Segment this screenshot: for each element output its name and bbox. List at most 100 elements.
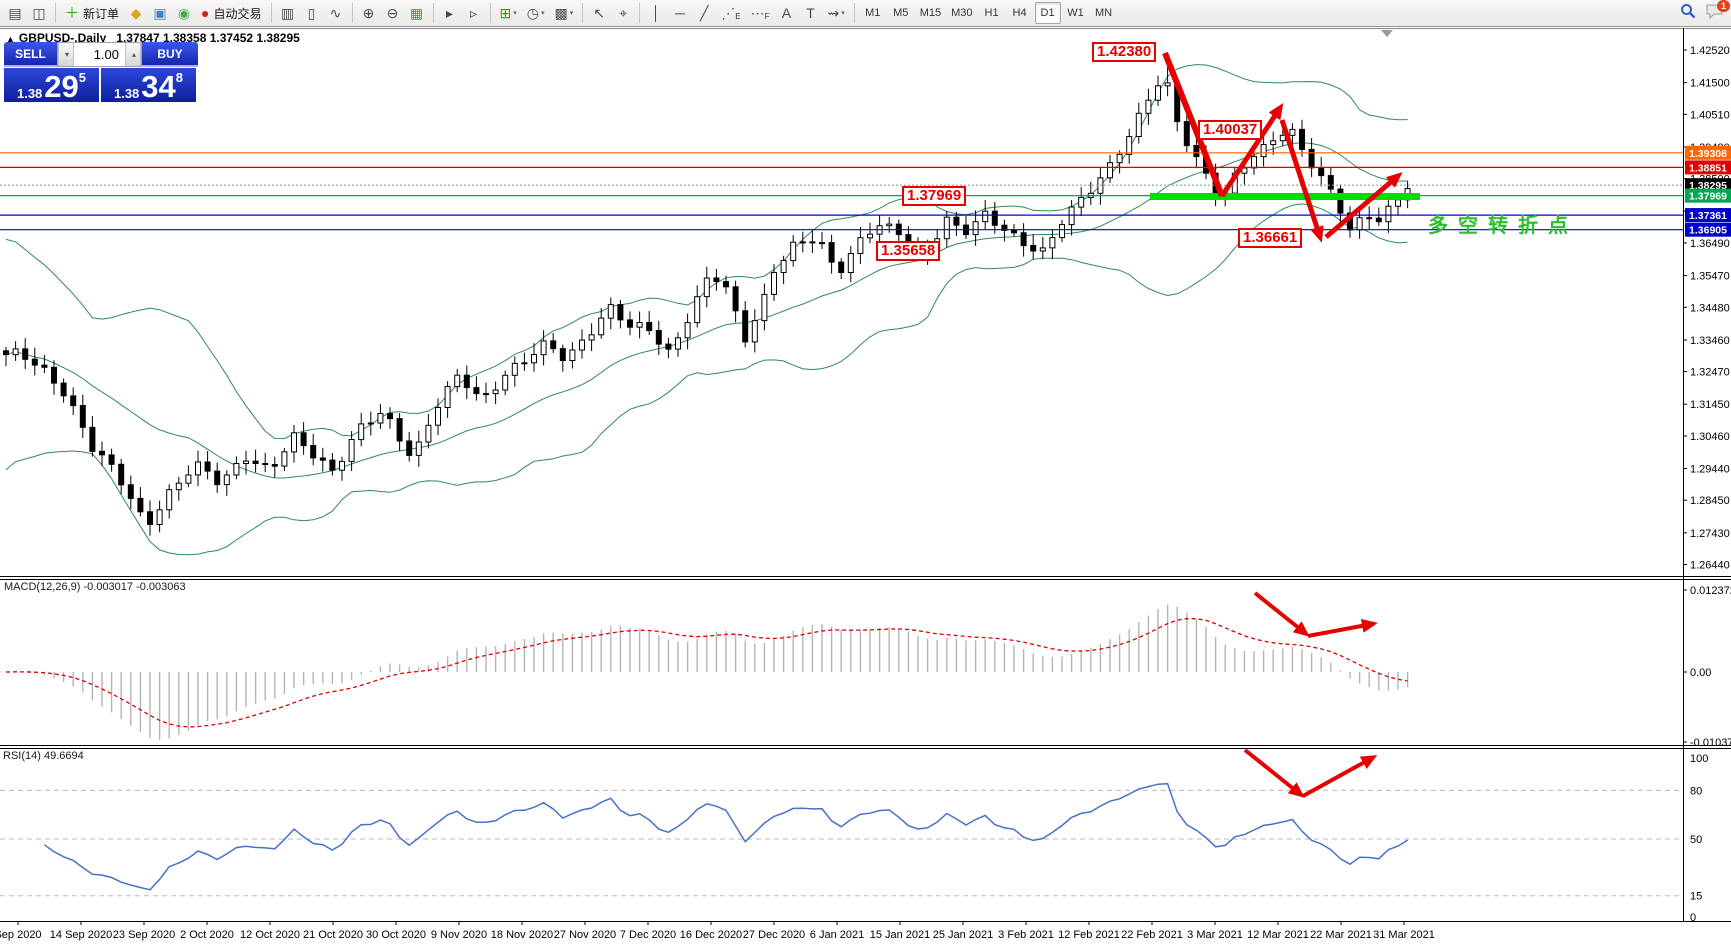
toolbar-right-group: 1 bbox=[1680, 0, 1730, 27]
price-badge-value: 1.36905 bbox=[1689, 225, 1727, 237]
text-label-icon[interactable]: T bbox=[799, 2, 821, 24]
periods-icon[interactable]: ◷ ▾ bbox=[523, 2, 549, 24]
candle-body bbox=[636, 322, 643, 328]
vertical-line-icon[interactable]: │ bbox=[645, 2, 667, 24]
date-axis-label: 14 Sep 2020 bbox=[50, 929, 112, 941]
timeframe-m1[interactable]: M1 bbox=[860, 2, 886, 24]
search-icon[interactable] bbox=[1680, 3, 1696, 24]
macd-trend-arrow[interactable] bbox=[1307, 618, 1378, 638]
candle-body bbox=[415, 441, 422, 456]
timeframe-mn[interactable]: MN bbox=[1091, 2, 1117, 24]
candle-body bbox=[339, 460, 345, 471]
date-axis-label: 27 Nov 2020 bbox=[554, 929, 616, 941]
arrows-icon[interactable]: ⇝ ▾ bbox=[823, 2, 848, 24]
candle-body bbox=[828, 242, 835, 263]
candle-body bbox=[243, 460, 249, 465]
timeframe-h1[interactable]: H1 bbox=[979, 2, 1005, 24]
sell-price-prefix: 1.38 bbox=[16, 86, 43, 101]
price-annotation-box[interactable]: 1.36661 bbox=[1238, 228, 1303, 248]
candle-body bbox=[1270, 140, 1277, 146]
price-annotation-box[interactable]: 1.35658 bbox=[876, 241, 941, 261]
tile-windows-icon[interactable]: ▦ bbox=[406, 2, 428, 24]
zoom-in-icon[interactable]: ⊕ bbox=[358, 2, 380, 24]
chart-bars-icon[interactable]: ▥ bbox=[277, 2, 299, 24]
cursor-icon[interactable]: ↖ bbox=[588, 2, 610, 24]
turning-point-annotation[interactable]: 多空转折点 bbox=[1428, 209, 1578, 238]
virtual-hosting-icon[interactable]: ▣ bbox=[149, 2, 171, 24]
price-axis-label: 1.35470 bbox=[1690, 271, 1730, 283]
candle-body bbox=[502, 374, 509, 391]
candle-body bbox=[204, 461, 211, 472]
toolbar: ▤ ◫ ＋新订单 ◆ ▣ ◉ ● 自动交易 ▥ ▯ ∿ ⊕ ⊖ ▦ ▸ ▹ ⊞ ▾ ◷ ▾ ▩ ▾ ↖ ⌖ │ ─ ╱ ⋰ E ⋯ F A T ⇝… bbox=[0, 0, 1731, 27]
volume-increase-button[interactable]: ▴ bbox=[125, 43, 141, 66]
timeframe-h4[interactable]: H4 bbox=[1007, 2, 1033, 24]
candle-body bbox=[809, 241, 816, 244]
candle-body bbox=[598, 317, 605, 336]
chart-line-icon[interactable]: ∿ bbox=[325, 2, 347, 24]
trendline-icon[interactable]: ╱ bbox=[693, 2, 715, 24]
price-annotation-box[interactable]: 1.40037 bbox=[1198, 120, 1263, 140]
sell-button[interactable]: SELL bbox=[4, 42, 57, 67]
candle-body bbox=[799, 241, 806, 244]
candle-body bbox=[617, 304, 624, 321]
candle-body bbox=[60, 382, 67, 397]
candle-body bbox=[377, 413, 384, 424]
fibonacci-icon[interactable]: ⋯ F bbox=[747, 2, 774, 24]
macd-trend-arrow[interactable] bbox=[1253, 591, 1310, 637]
market-icon[interactable]: ◆ bbox=[125, 2, 147, 24]
candle-body bbox=[262, 463, 269, 465]
date-axis-label: 12 Feb 2021 bbox=[1058, 929, 1120, 941]
chart-profiles-icon[interactable]: ◫ bbox=[28, 2, 50, 24]
sell-price-display[interactable]: 1.38 29 5 bbox=[4, 68, 99, 102]
chart-shift-icon[interactable]: ▹ bbox=[463, 2, 485, 24]
buy-button[interactable]: BUY bbox=[142, 42, 198, 67]
candle-body bbox=[694, 296, 701, 324]
text-icon[interactable]: A bbox=[775, 2, 797, 24]
new-chart-icon[interactable]: ▤ bbox=[4, 2, 26, 24]
signals-icon[interactable]: ◉ bbox=[173, 2, 195, 24]
date-axis-label: 22 Mar 2021 bbox=[1310, 929, 1372, 941]
chart-shift-marker[interactable] bbox=[1381, 30, 1393, 37]
buy-price-display[interactable]: 1.38 34 8 bbox=[101, 68, 196, 102]
timeframe-m30[interactable]: M30 bbox=[947, 2, 976, 24]
candle-body bbox=[790, 241, 797, 262]
price-badge-value: 1.38851 bbox=[1689, 162, 1727, 174]
candle-body bbox=[108, 454, 115, 465]
equidistant-channel-icon[interactable]: ⋰ E bbox=[717, 2, 744, 24]
auto-scroll-icon[interactable]: ▸ bbox=[439, 2, 461, 24]
rsi-trend-arrow[interactable] bbox=[1243, 748, 1305, 798]
date-axis-label: 3 Mar 2021 bbox=[1187, 929, 1243, 941]
date-axis-label: 25 Jan 2021 bbox=[933, 929, 994, 941]
candle-body bbox=[684, 322, 691, 339]
candle-body bbox=[1068, 206, 1075, 226]
macd-axis-label: -0.010374 bbox=[1690, 737, 1731, 749]
candle-body bbox=[1155, 85, 1161, 101]
timeframe-m15[interactable]: M15 bbox=[916, 2, 945, 24]
candle-body bbox=[1299, 128, 1305, 150]
horizontal-line-icon[interactable]: ─ bbox=[669, 2, 691, 24]
candle-body bbox=[1164, 82, 1171, 87]
candle-body bbox=[550, 340, 557, 350]
timeframe-m5[interactable]: M5 bbox=[888, 2, 914, 24]
timeframe-d1[interactable]: D1 bbox=[1034, 2, 1061, 24]
templates-icon[interactable]: ▩ ▾ bbox=[550, 2, 577, 24]
sell-price-big: 29 bbox=[44, 69, 79, 104]
volume-decrease-button[interactable]: ▾ bbox=[58, 43, 74, 66]
candle-body bbox=[646, 322, 653, 331]
chat-icon[interactable]: 1 bbox=[1706, 0, 1730, 24]
volume-input[interactable] bbox=[74, 43, 125, 66]
crosshair-icon[interactable]: ⌖ bbox=[612, 2, 634, 24]
new-order-button[interactable]: ＋新订单 bbox=[61, 2, 123, 24]
autotrading-button[interactable]: ● 自动交易 bbox=[197, 2, 265, 24]
price-annotation-box[interactable]: 1.37969 bbox=[902, 186, 967, 206]
timeframe-w1[interactable]: W1 bbox=[1063, 2, 1089, 24]
candle-body bbox=[127, 484, 134, 499]
candle-body bbox=[348, 439, 355, 462]
price-annotation-box[interactable]: 1.42380 bbox=[1092, 42, 1157, 62]
indicators-icon[interactable]: ⊞ ▾ bbox=[496, 2, 521, 24]
chart-candles-icon[interactable]: ▯ bbox=[301, 2, 323, 24]
zoom-out-icon[interactable]: ⊖ bbox=[382, 2, 404, 24]
price-axis-label: 1.32470 bbox=[1690, 367, 1730, 379]
candle-body bbox=[943, 216, 950, 240]
rsi-label: RSI(14) 49.6694 bbox=[3, 750, 84, 762]
